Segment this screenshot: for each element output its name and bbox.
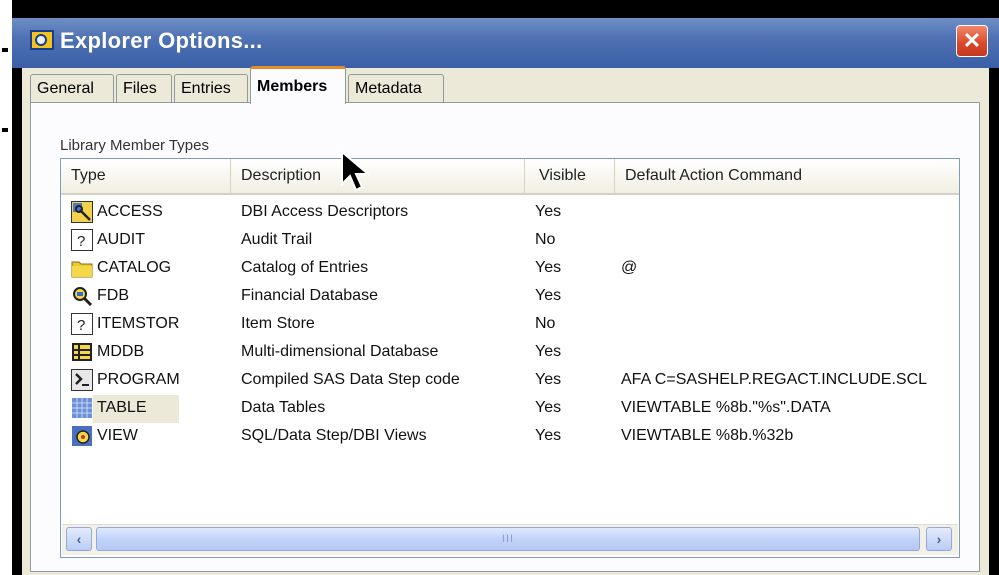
scrollbar-thumb[interactable]: III: [96, 527, 920, 551]
row-description: Financial Database: [241, 287, 378, 304]
column-header-visible[interactable]: Visible: [525, 159, 615, 195]
row-type: PROGRAM: [97, 371, 180, 388]
row-description: Data Tables: [241, 399, 326, 416]
row-description: Catalog of Entries: [241, 259, 369, 276]
magnifier-icon: [71, 285, 93, 307]
explorer-icon: [30, 30, 54, 50]
question-icon: ?: [71, 229, 93, 251]
table-row[interactable]: ? AUDIT Audit Trail No: [61, 227, 957, 255]
window-title: Explorer Options...: [60, 28, 263, 53]
table-row[interactable]: FDB Financial Database Yes: [61, 283, 957, 311]
row-visible: Yes: [535, 399, 562, 416]
table-row[interactable]: PROGRAM Compiled SAS Data Step code Yes …: [61, 367, 957, 395]
cube-icon: [71, 341, 93, 363]
row-type: ACCESS: [97, 203, 163, 220]
row-visible: Yes: [535, 203, 562, 220]
table-row[interactable]: ? ITEMSTOR Item Store No: [61, 311, 957, 339]
column-header-command[interactable]: Default Action Command: [615, 159, 959, 195]
row-type: MDDB: [97, 343, 145, 360]
tab-metadata[interactable]: Metadata: [348, 74, 444, 102]
table-row[interactable]: MDDB Multi-dimensional Database Yes: [61, 339, 957, 367]
background-strip: [0, 0, 12, 575]
table-row[interactable]: ACCESS DBI Access Descriptors Yes: [61, 199, 957, 227]
row-type: ITEMSTOR: [97, 315, 180, 332]
row-visible: No: [535, 315, 556, 332]
tab-general[interactable]: General: [30, 74, 114, 102]
row-description: Compiled SAS Data Step code: [241, 371, 460, 388]
row-command: VIEWTABLE %8b.%32b: [621, 427, 794, 444]
row-command: AFA C=SASHELP.REGACT.INCLUDE.SCL: [621, 371, 928, 388]
view-icon: [71, 425, 93, 447]
row-description: Item Store: [241, 315, 315, 332]
column-header-description[interactable]: Description: [231, 159, 525, 195]
tab-files[interactable]: Files: [116, 74, 172, 102]
question-icon: ?: [71, 313, 93, 335]
column-header-type[interactable]: Type: [61, 159, 231, 195]
table-row[interactable]: CATALOG Catalog of Entries Yes @: [61, 255, 957, 283]
svg-text:?: ?: [77, 233, 85, 250]
row-command: VIEWTABLE %8b."%s".DATA: [621, 399, 831, 416]
table-row[interactable]: VIEW SQL/Data Step/DBI Views Yes VIEWTAB…: [61, 423, 957, 451]
row-description: Multi-dimensional Database: [241, 343, 439, 360]
row-type: AUDIT: [97, 231, 145, 248]
background-mark: [2, 48, 8, 52]
row-type: FDB: [97, 287, 129, 304]
table-row-selected[interactable]: TABLE Data Tables Yes VIEWTABLE %8b."%s"…: [61, 395, 957, 423]
program-icon: [71, 369, 93, 391]
mouse-pointer-icon: [340, 149, 374, 197]
row-type: VIEW: [97, 427, 138, 444]
group-label: Library Member Types: [60, 137, 209, 154]
scroll-left-button[interactable]: ‹: [66, 527, 92, 551]
row-description: SQL/Data Step/DBI Views: [241, 427, 427, 444]
tab-members[interactable]: Members: [250, 66, 346, 104]
background-mark: [2, 128, 8, 132]
row-visible: Yes: [535, 371, 562, 388]
row-type: TABLE: [97, 399, 147, 416]
tab-entries[interactable]: Entries: [174, 74, 248, 102]
member-types-list[interactable]: Type Description Visible Default Action …: [60, 158, 960, 558]
row-visible: Yes: [535, 259, 562, 276]
svg-text:?: ?: [77, 317, 85, 334]
close-button[interactable]: ✕: [956, 25, 988, 57]
row-visible: Yes: [535, 343, 562, 360]
row-visible: No: [535, 231, 556, 248]
row-description: Audit Trail: [241, 231, 313, 248]
row-type: CATALOG: [97, 259, 172, 276]
folder-icon: [71, 257, 93, 279]
row-visible: Yes: [535, 287, 562, 304]
row-description: DBI Access Descriptors: [241, 203, 409, 220]
row-command: @: [621, 259, 638, 276]
row-visible: Yes: [535, 427, 562, 444]
table-icon: [71, 397, 93, 419]
scroll-right-button[interactable]: ›: [926, 527, 952, 551]
key-icon: [71, 201, 93, 223]
